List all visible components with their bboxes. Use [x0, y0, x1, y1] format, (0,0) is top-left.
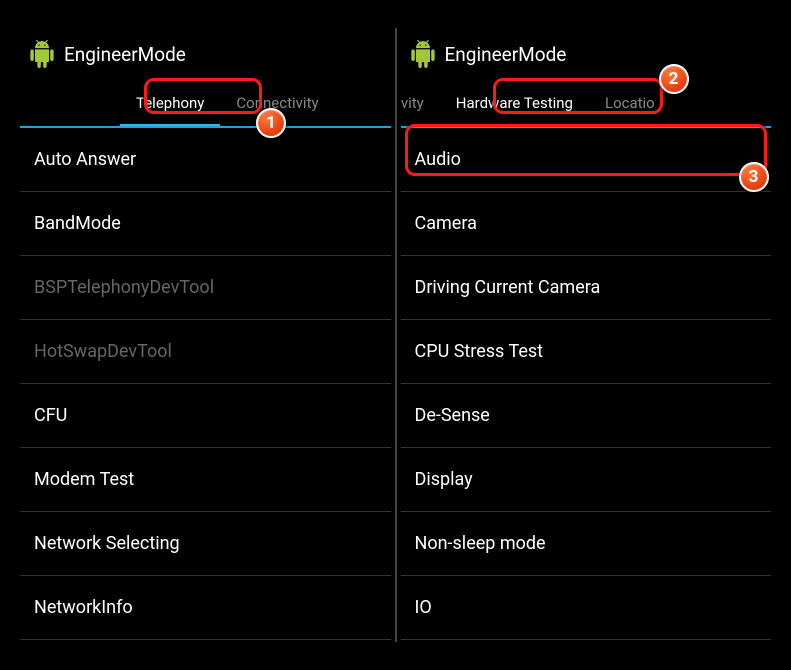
- list-item[interactable]: De-Sense: [401, 384, 772, 448]
- tab-hardware-testing[interactable]: Hardware Testing: [440, 80, 589, 128]
- list-item[interactable]: Network Selecting: [20, 512, 391, 576]
- menu-list: Auto Answer BandMode BSPTelephonyDevTool…: [20, 128, 391, 642]
- list-item[interactable]: Display: [401, 448, 772, 512]
- list-item[interactable]: Driving Current Camera: [401, 256, 772, 320]
- list-item[interactable]: NetworkInfo: [20, 576, 391, 640]
- tab-telephony[interactable]: Telephony: [120, 80, 220, 128]
- list-item[interactable]: BSPTelephonyDevTool: [20, 256, 391, 320]
- list-item[interactable]: CFU: [20, 384, 391, 448]
- list-item[interactable]: BandMode: [20, 192, 391, 256]
- list-item[interactable]: CPU Stress Test: [401, 320, 772, 384]
- screen-telephony: EngineerMode Telephony Connectivity Auto…: [20, 28, 391, 642]
- tab-bar: Telephony Connectivity: [20, 80, 391, 128]
- tab-connectivity-partial[interactable]: ectivity: [401, 80, 440, 126]
- app-header: EngineerMode: [20, 28, 391, 80]
- tab-connectivity[interactable]: Connectivity: [220, 80, 334, 126]
- list-item[interactable]: Modem Test: [20, 448, 391, 512]
- screen-separator: [395, 28, 397, 642]
- app-header: EngineerMode: [401, 28, 772, 80]
- menu-list: Audio Camera Driving Current Camera CPU …: [401, 128, 772, 642]
- list-item-audio[interactable]: Audio: [401, 128, 772, 192]
- list-item[interactable]: Auto Answer: [20, 128, 391, 192]
- list-item[interactable]: IO: [401, 576, 772, 640]
- app-title: EngineerMode: [64, 43, 186, 66]
- tab-location-partial[interactable]: Locatio: [589, 80, 671, 126]
- android-icon: [28, 40, 56, 68]
- list-item[interactable]: Camera: [401, 192, 772, 256]
- app-title: EngineerMode: [445, 43, 567, 66]
- list-item[interactable]: Non-sleep mode: [401, 512, 772, 576]
- screen-hardware-testing: EngineerMode ectivity Hardware Testing L…: [401, 28, 772, 642]
- tab-bar: ectivity Hardware Testing Locatio: [401, 80, 772, 128]
- list-item[interactable]: HotSwapDevTool: [20, 320, 391, 384]
- android-icon: [409, 40, 437, 68]
